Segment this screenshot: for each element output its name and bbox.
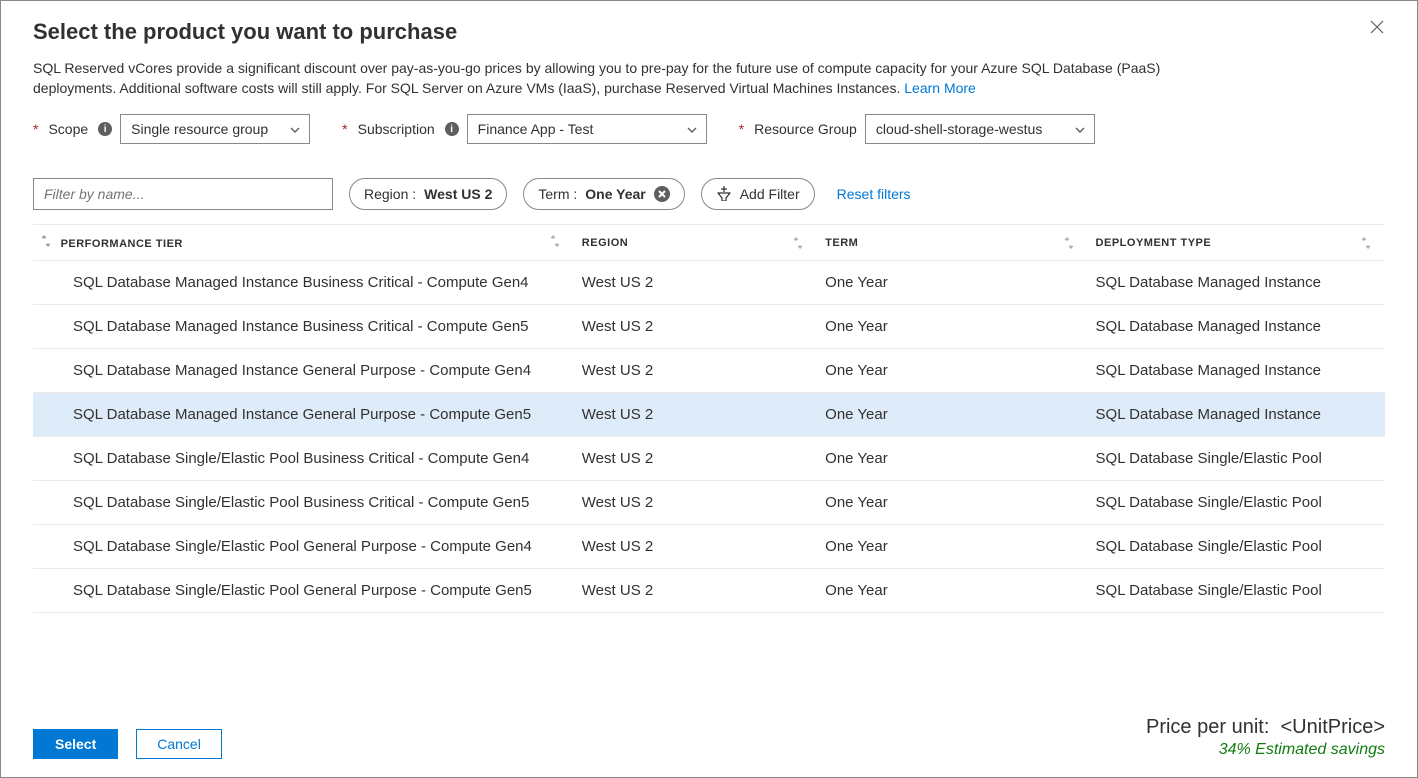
column-label: TERM [825, 237, 858, 249]
chevron-down-icon [289, 123, 301, 135]
cell-deployment: SQL Database Single/Elastic Pool [1088, 525, 1385, 569]
table-row[interactable]: SQL Database Single/Elastic Pool General… [33, 525, 1385, 569]
cell-region: West US 2 [574, 525, 817, 569]
resource-group-value: cloud-shell-storage-westus [876, 121, 1043, 137]
cell-tier: SQL Database Single/Elastic Pool Busines… [33, 481, 574, 525]
info-icon[interactable]: i [445, 122, 459, 136]
cell-tier: SQL Database Single/Elastic Pool General… [33, 525, 574, 569]
scope-label: Scope [48, 121, 88, 137]
filter-pill-region[interactable]: Region : West US 2 [349, 178, 507, 210]
close-button[interactable] [1365, 15, 1389, 42]
cell-term: One Year [817, 349, 1087, 393]
add-filter-button[interactable]: Add Filter [701, 178, 815, 210]
sort-icon [41, 235, 51, 247]
chevron-down-icon [686, 123, 698, 135]
table-row[interactable]: SQL Database Single/Elastic Pool Busines… [33, 437, 1385, 481]
required-marker: * [33, 121, 38, 137]
filter-icon [716, 185, 732, 204]
cell-term: One Year [817, 525, 1087, 569]
table-row[interactable]: SQL Database Single/Elastic Pool General… [33, 569, 1385, 613]
estimated-savings: 34% Estimated savings [1146, 741, 1385, 759]
cell-tier: SQL Database Single/Elastic Pool Busines… [33, 437, 574, 481]
column-header-deployment[interactable]: DEPLOYMENT TYPE [1088, 225, 1385, 261]
cell-deployment: SQL Database Single/Elastic Pool [1088, 437, 1385, 481]
reset-filters-link[interactable]: Reset filters [831, 186, 917, 202]
scope-value: Single resource group [131, 121, 268, 137]
cell-tier: SQL Database Managed Instance Business C… [33, 261, 574, 305]
product-table: PERFORMANCE TIER REGION TERM DEPLOYMENT … [33, 224, 1385, 613]
cell-region: West US 2 [574, 481, 817, 525]
column-header-term[interactable]: TERM [817, 225, 1087, 261]
filter-by-name-input[interactable] [33, 178, 333, 210]
cell-term: One Year [817, 437, 1087, 481]
cancel-button[interactable]: Cancel [136, 729, 222, 759]
cell-term: One Year [817, 481, 1087, 525]
panel-description: SQL Reserved vCores provide a significan… [33, 59, 1233, 98]
cell-region: West US 2 [574, 261, 817, 305]
cell-tier: SQL Database Managed Instance General Pu… [33, 393, 574, 437]
cell-term: One Year [817, 261, 1087, 305]
cell-term: One Year [817, 393, 1087, 437]
cell-deployment: SQL Database Managed Instance [1088, 393, 1385, 437]
table-row[interactable]: SQL Database Managed Instance General Pu… [33, 393, 1385, 437]
learn-more-link[interactable]: Learn More [904, 80, 976, 96]
price-label: Price per unit: [1146, 716, 1269, 738]
add-filter-label: Add Filter [740, 186, 800, 202]
pill-value: One Year [585, 186, 645, 202]
pill-value: West US 2 [424, 186, 492, 202]
cell-tier: SQL Database Managed Instance Business C… [33, 305, 574, 349]
cell-region: West US 2 [574, 437, 817, 481]
cell-deployment: SQL Database Managed Instance [1088, 261, 1385, 305]
price-per-unit: Price per unit: <UnitPrice> [1146, 716, 1385, 739]
close-icon [1369, 23, 1385, 38]
table-row[interactable]: SQL Database Managed Instance General Pu… [33, 349, 1385, 393]
select-button[interactable]: Select [33, 729, 118, 759]
resource-group-select[interactable]: cloud-shell-storage-westus [865, 114, 1095, 144]
cell-tier: SQL Database Single/Elastic Pool General… [33, 569, 574, 613]
info-icon[interactable]: i [98, 122, 112, 136]
required-marker: * [739, 121, 744, 137]
panel-title: Select the product you want to purchase [33, 19, 457, 45]
cell-region: West US 2 [574, 305, 817, 349]
subscription-select[interactable]: Finance App - Test [467, 114, 707, 144]
sort-icon [1064, 237, 1074, 249]
filter-pill-term[interactable]: Term : One Year [523, 178, 684, 210]
cell-term: One Year [817, 569, 1087, 613]
purchase-panel: Select the product you want to purchase … [0, 0, 1418, 778]
table-row[interactable]: SQL Database Managed Instance Business C… [33, 305, 1385, 349]
cell-term: One Year [817, 305, 1087, 349]
cell-region: West US 2 [574, 569, 817, 613]
description-text: SQL Reserved vCores provide a significan… [33, 60, 1160, 96]
column-header-region[interactable]: REGION [574, 225, 817, 261]
resource-group-label: Resource Group [754, 121, 857, 137]
pill-key: Region : [364, 186, 416, 202]
table-row[interactable]: SQL Database Single/Elastic Pool Busines… [33, 481, 1385, 525]
cell-deployment: SQL Database Single/Elastic Pool [1088, 569, 1385, 613]
subscription-label: Subscription [358, 121, 435, 137]
cell-tier: SQL Database Managed Instance General Pu… [33, 349, 574, 393]
cell-deployment: SQL Database Managed Instance [1088, 305, 1385, 349]
cell-deployment: SQL Database Managed Instance [1088, 349, 1385, 393]
required-marker: * [342, 121, 347, 137]
sort-icon [1361, 237, 1371, 249]
column-label: REGION [582, 237, 628, 249]
column-label: DEPLOYMENT TYPE [1096, 237, 1212, 249]
scope-select[interactable]: Single resource group [120, 114, 310, 144]
table-row[interactable]: SQL Database Managed Instance Business C… [33, 261, 1385, 305]
column-header-tier[interactable]: PERFORMANCE TIER [33, 225, 574, 261]
sort-icon [550, 235, 560, 247]
cell-region: West US 2 [574, 349, 817, 393]
cell-region: West US 2 [574, 393, 817, 437]
column-label: PERFORMANCE TIER [61, 238, 183, 250]
sort-icon [793, 237, 803, 249]
price-value: <UnitPrice> [1281, 716, 1386, 738]
subscription-value: Finance App - Test [478, 121, 594, 137]
remove-filter-icon[interactable] [654, 186, 670, 202]
pill-key: Term : [538, 186, 577, 202]
cell-deployment: SQL Database Single/Elastic Pool [1088, 481, 1385, 525]
chevron-down-icon [1074, 123, 1086, 135]
